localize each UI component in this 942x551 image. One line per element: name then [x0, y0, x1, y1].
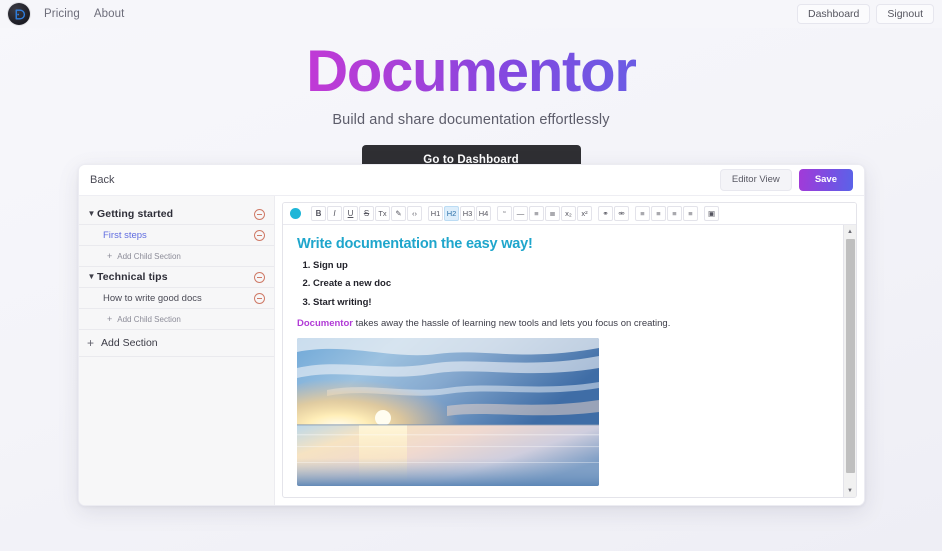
align-left-icon[interactable]: ≡	[635, 206, 650, 221]
tree-page-label[interactable]: First steps	[103, 230, 147, 241]
document-list-item: Sign up	[313, 260, 829, 271]
text-color-swatch-icon[interactable]	[290, 208, 301, 219]
signout-button[interactable]: Signout	[876, 3, 934, 25]
add-child-section-label: Add Child Section	[117, 251, 181, 261]
insert-image-icon[interactable]: ▣	[704, 206, 719, 221]
align-center-icon[interactable]: ≡	[651, 206, 666, 221]
back-link[interactable]: Back	[90, 174, 114, 186]
add-child-section-button[interactable]: + Add Child Section	[79, 246, 274, 267]
page-title: Documentor	[306, 39, 637, 104]
hero-subtitle: Build and share documentation effortless…	[332, 111, 610, 128]
plus-icon: +	[107, 313, 113, 324]
tree-section-label[interactable]: Technical tips	[97, 271, 168, 283]
brand-inline-link[interactable]: Documentor	[297, 318, 353, 329]
clear-format-icon[interactable]: Tx	[375, 206, 390, 221]
tree-page-row[interactable]: How to write good docs	[79, 288, 274, 309]
bullet-list-icon[interactable]: ≡	[529, 206, 544, 221]
scrollbar-thumb[interactable]	[845, 239, 855, 474]
tree-section-label[interactable]: Getting started	[97, 208, 173, 220]
unlink-icon[interactable]: ⚮	[614, 206, 629, 221]
nav-links: Pricing About	[44, 8, 124, 20]
document-list-item: Start writing!	[313, 297, 829, 308]
save-button[interactable]: Save	[798, 169, 853, 191]
subscript-icon[interactable]: x₂	[561, 206, 576, 221]
toolbar-buttons: B I U S Tx ✎ ‹› H1 H2 H3 H4 “— ≡ ≣ x₂ x² ⚭ ⚮ ≡ ≡ ≡ ≡ ▣	[311, 206, 725, 221]
document-ordered-list: Sign up Create a new doc Start writing!	[313, 260, 829, 308]
add-child-section-label: Add Child Section	[117, 314, 181, 324]
heading-1-icon[interactable]: H1	[428, 206, 443, 221]
nav-actions: Dashboard Signout	[797, 3, 934, 25]
document-paragraph: Documentor takes away the hassle of lear…	[297, 318, 829, 331]
toolbar-group: “— ≡ ≣ x₂ x²	[497, 206, 592, 221]
caret-down-icon[interactable]: ▼	[86, 210, 97, 218]
document-tree: ▼ Getting started First steps + Add Child Se…	[79, 204, 274, 330]
editor-vertical-scrollbar[interactable]: ▲ ▼	[843, 225, 856, 497]
code-icon[interactable]: ‹›	[407, 206, 422, 221]
align-justify-icon[interactable]: ≡	[683, 206, 698, 221]
editor-topbar: Back Editor View Save	[79, 165, 864, 196]
scroll-down-arrow-icon[interactable]: ▼	[843, 484, 856, 497]
heading-2-icon[interactable]: H2	[444, 206, 459, 221]
add-section-button[interactable]: + Add Section	[79, 330, 274, 357]
insert-link-icon[interactable]: ⚭	[598, 206, 613, 221]
editor-app-card: Back Editor View Save ▼ Getting started Fi…	[78, 164, 865, 506]
numbered-list-icon[interactable]: ≣	[545, 206, 560, 221]
tree-page-label[interactable]: How to write good docs	[103, 293, 202, 304]
plus-icon: +	[107, 250, 113, 261]
toolbar-group: ⚭ ⚮	[598, 206, 629, 221]
editor-scroll-area: Write documentation the easy way! Sign u…	[283, 225, 856, 497]
scroll-up-arrow-icon[interactable]: ▲	[843, 225, 856, 238]
document-heading: Write documentation the easy way!	[297, 236, 533, 252]
toolbar-group: ≡ ≡ ≡ ≡	[635, 206, 698, 221]
toolbar-group: H1 H2 H3 H4	[428, 206, 491, 221]
scrollbar-track[interactable]	[844, 238, 857, 484]
tree-section-row[interactable]: ▼ Getting started	[79, 204, 274, 225]
editor-topbar-actions: Editor View Save	[719, 169, 853, 191]
plus-icon: +	[87, 336, 95, 350]
remove-page-icon[interactable]	[254, 229, 265, 241]
editor-body: ▼ Getting started First steps + Add Child Se…	[79, 196, 864, 505]
remove-section-icon[interactable]	[254, 271, 265, 283]
nav-link-about[interactable]: About	[94, 8, 125, 20]
underline-icon[interactable]: U	[343, 206, 358, 221]
horizontal-rule-icon[interactable]: —	[513, 206, 528, 221]
tree-page-row[interactable]: First steps	[79, 225, 274, 246]
paragraph-rest: takes away the hassle of learning new to…	[352, 318, 671, 330]
nav-link-pricing[interactable]: Pricing	[44, 8, 80, 20]
document-canvas[interactable]: Write documentation the easy way! Sign u…	[283, 225, 843, 497]
remove-page-icon[interactable]	[254, 292, 265, 304]
editor-toolbar: B I U S Tx ✎ ‹› H1 H2 H3 H4 “— ≡ ≣ x₂ x² ⚭ ⚮ ≡ ≡ ≡ ≡ ▣	[283, 203, 856, 225]
toolbar-group: ▣	[704, 206, 719, 221]
blockquote-icon[interactable]: “	[497, 206, 512, 221]
top-navbar: Pricing About Dashboard Signout	[0, 0, 942, 28]
remove-section-icon[interactable]	[254, 208, 265, 220]
editor-pane: B I U S Tx ✎ ‹› H1 H2 H3 H4 “— ≡ ≣ x₂ x² ⚭ ⚮ ≡ ≡ ≡ ≡ ▣ Write d…	[275, 196, 864, 505]
app-logo[interactable]	[8, 3, 30, 25]
strikethrough-icon[interactable]: S	[359, 206, 374, 221]
add-section-label: Add Section	[101, 337, 158, 349]
bold-icon[interactable]: B	[311, 206, 326, 221]
heading-4-icon[interactable]: H4	[476, 206, 491, 221]
editor-frame: B I U S Tx ✎ ‹› H1 H2 H3 H4 “— ≡ ≣ x₂ x² ⚭ ⚮ ≡ ≡ ≡ ≡ ▣ Write d…	[282, 202, 857, 498]
tree-section-row[interactable]: ▼ Technical tips	[79, 267, 274, 288]
dashboard-button[interactable]: Dashboard	[797, 3, 871, 25]
superscript-icon[interactable]: x²	[577, 206, 592, 221]
italic-icon[interactable]: I	[327, 206, 342, 221]
editor-view-button[interactable]: Editor View	[719, 169, 792, 191]
align-right-icon[interactable]: ≡	[667, 206, 682, 221]
highlight-icon[interactable]: ✎	[391, 206, 406, 221]
document-tree-sidebar: ▼ Getting started First steps + Add Child Se…	[79, 196, 275, 505]
hero-section: Documentor Build and share documentation…	[0, 28, 942, 175]
add-child-section-button[interactable]: + Add Child Section	[79, 309, 274, 330]
document-image[interactable]	[297, 337, 599, 486]
caret-down-icon[interactable]: ▼	[86, 273, 97, 281]
toolbar-group: B I U S Tx ✎ ‹›	[311, 206, 422, 221]
heading-3-icon[interactable]: H3	[460, 206, 475, 221]
document-list-item: Create a new doc	[313, 278, 829, 289]
